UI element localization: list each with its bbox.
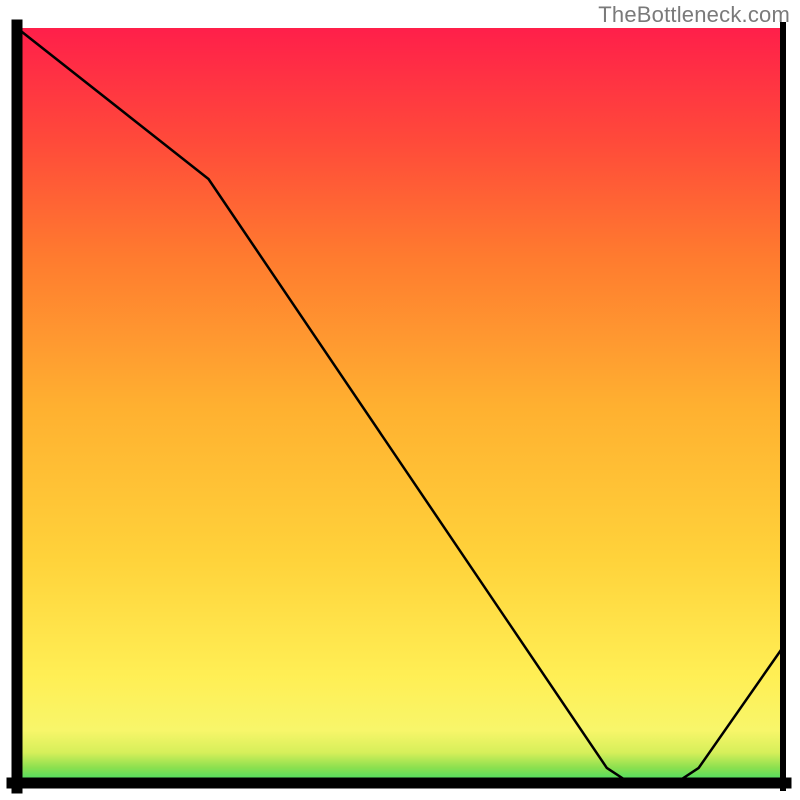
bottleneck-chart	[0, 0, 800, 800]
attribution-watermark: TheBottleneck.com	[598, 2, 790, 28]
plot-background	[17, 28, 783, 783]
chart-container: TheBottleneck.com	[0, 0, 800, 800]
